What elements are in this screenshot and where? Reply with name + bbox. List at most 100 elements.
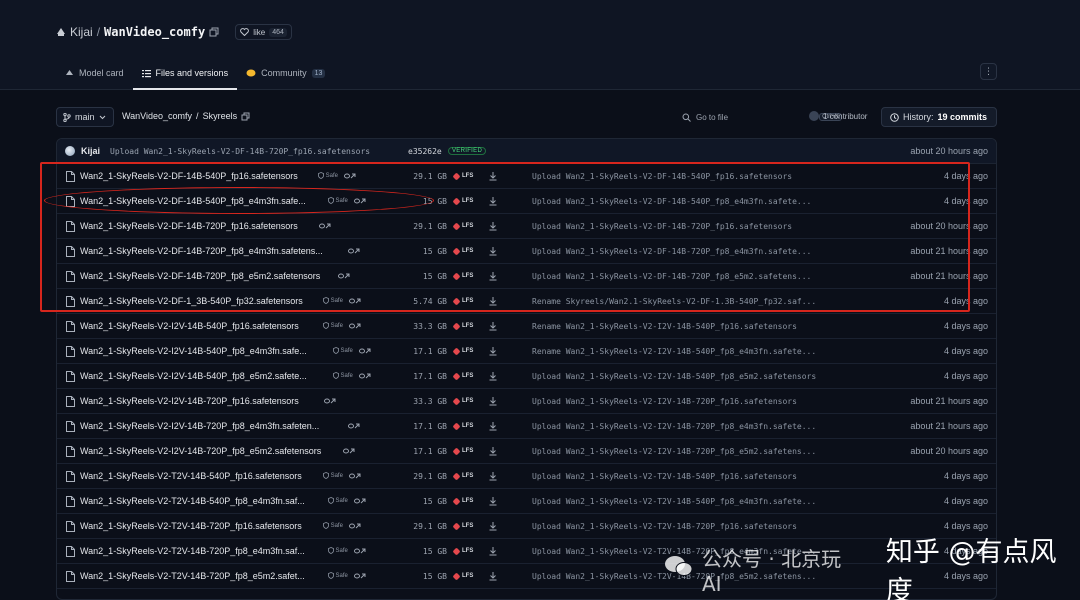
scan-info-icon[interactable] bbox=[358, 347, 371, 356]
file-row[interactable]: Wan2_1-SkyReels-V2-DF-1_3B-540P_fp32.saf… bbox=[57, 289, 996, 314]
repo-name-link[interactable]: WanVideo_comfy bbox=[104, 25, 205, 39]
file-row[interactable]: Wan2_1-SkyReels-V2-I2V-14B-540P_fp8_e5m2… bbox=[57, 364, 996, 389]
file-row[interactable]: Wan2_1-SkyReels-V2-T2V-14B-540P_fp16.saf… bbox=[57, 464, 996, 489]
scan-info-icon[interactable] bbox=[343, 447, 355, 456]
download-icon[interactable] bbox=[488, 471, 498, 481]
repo-owner-link[interactable]: Kijai bbox=[70, 25, 93, 39]
file-commit-message[interactable]: Rename Wan2_1-SkyReels-V2-I2V-14B-540P_f… bbox=[532, 322, 797, 331]
file-commit-message[interactable]: Upload Wan2_1-SkyReels-V2-DF-14B-720P_fp… bbox=[532, 272, 811, 281]
scan-info-icon[interactable] bbox=[323, 397, 336, 406]
file-commit-message[interactable]: Rename Skyreels/Wan2.1-SkyReels-V2-DF-1.… bbox=[532, 297, 816, 306]
file-commit-message[interactable]: Upload Wan2_1-SkyReels-V2-I2V-14B-720P_f… bbox=[532, 447, 816, 456]
commit-user[interactable]: Kijai bbox=[81, 146, 100, 156]
file-row[interactable]: Wan2_1-SkyReels-V2-T2V-14B-720P_fp16.saf… bbox=[57, 514, 996, 539]
scan-info-icon[interactable] bbox=[353, 497, 366, 506]
download-icon[interactable] bbox=[488, 196, 498, 206]
download-icon[interactable] bbox=[488, 296, 498, 306]
file-name-link[interactable]: Wan2_1-SkyReels-V2-I2V-14B-540P_fp16.saf… bbox=[80, 321, 299, 331]
file-name-link[interactable]: Wan2_1-SkyReels-V2-I2V-14B-540P_fp8_e4m3… bbox=[80, 346, 307, 356]
scan-info-icon[interactable] bbox=[348, 247, 360, 256]
file-row[interactable]: Wan2_1-SkyReels-V2-DF-14B-720P_fp8_e4m3f… bbox=[57, 239, 996, 264]
scan-info-icon[interactable] bbox=[353, 197, 366, 206]
download-icon[interactable] bbox=[488, 446, 498, 456]
file-name-link[interactable]: Wan2_1-SkyReels-V2-I2V-14B-720P_fp8_e4m3… bbox=[80, 421, 319, 431]
scan-info-icon[interactable] bbox=[348, 422, 360, 431]
scan-info-icon[interactable] bbox=[348, 522, 361, 531]
download-icon[interactable] bbox=[488, 346, 498, 356]
file-row[interactable]: Wan2_1-SkyReels-V2-DF-14B-720P_fp16.safe… bbox=[57, 214, 996, 239]
file-row[interactable]: Wan2_1-SkyReels-V2-T2V-14B-540P_fp8_e4m3… bbox=[57, 489, 996, 514]
download-icon[interactable] bbox=[488, 271, 498, 281]
scan-info-icon[interactable] bbox=[358, 372, 371, 381]
file-name-link[interactable]: Wan2_1-SkyReels-V2-I2V-14B-540P_fp8_e5m2… bbox=[80, 371, 307, 381]
file-commit-message[interactable]: Upload Wan2_1-SkyReels-V2-T2V-14B-720P_f… bbox=[532, 522, 797, 531]
history-button[interactable]: History: 19 commits bbox=[881, 107, 997, 127]
download-icon[interactable] bbox=[488, 421, 498, 431]
file-name-link[interactable]: Wan2_1-SkyReels-V2-DF-1_3B-540P_fp32.saf… bbox=[80, 296, 303, 306]
file-commit-message[interactable]: Upload Wan2_1-SkyReels-V2-I2V-14B-720P_f… bbox=[532, 397, 797, 406]
file-name-link[interactable]: Wan2_1-SkyReels-V2-DF-14B-720P_fp8_e4m3f… bbox=[80, 246, 323, 256]
tab-community[interactable]: Community 13 bbox=[237, 58, 334, 90]
file-row[interactable]: Wan2_1-SkyReels-V2-DF-14B-540P_fp8_e4m3f… bbox=[57, 189, 996, 214]
download-icon[interactable] bbox=[488, 371, 498, 381]
scan-info-icon[interactable] bbox=[338, 272, 350, 281]
file-row[interactable]: Wan2_1-SkyReels-V2-I2V-14B-720P_fp16.saf… bbox=[57, 389, 996, 414]
file-commit-message[interactable]: Upload Wan2_1-SkyReels-V2-DF-14B-540P_fp… bbox=[532, 197, 811, 206]
download-icon[interactable] bbox=[488, 496, 498, 506]
file-row[interactable]: Wan2_1-SkyReels-V2-DF-14B-540P_fp16.safe… bbox=[57, 164, 996, 189]
download-icon[interactable] bbox=[488, 171, 498, 181]
file-name-link[interactable]: Wan2_1-SkyReels-V2-T2V-14B-540P_fp16.saf… bbox=[80, 471, 302, 481]
file-commit-message[interactable]: Upload Wan2_1-SkyReels-V2-I2V-14B-540P_f… bbox=[532, 372, 816, 381]
scan-info-icon[interactable] bbox=[348, 297, 361, 306]
file-commit-message[interactable]: Upload Wan2_1-SkyReels-V2-T2V-14B-720P_f… bbox=[532, 547, 816, 556]
like-button[interactable]: like 464 bbox=[235, 24, 292, 40]
file-row[interactable]: Wan2_1-SkyReels-V2-I2V-14B-720P_fp8_e5m2… bbox=[57, 439, 996, 464]
scan-info-icon[interactable] bbox=[348, 322, 361, 331]
file-commit-message[interactable]: Upload Wan2_1-SkyReels-V2-T2V-14B-540P_f… bbox=[532, 472, 797, 481]
file-commit-message[interactable]: Upload Wan2_1-SkyReels-V2-T2V-14B-720P_f… bbox=[532, 572, 816, 581]
scan-info-icon[interactable] bbox=[348, 472, 361, 481]
breadcrumb-repo-link[interactable]: WanVideo_comfy bbox=[122, 111, 192, 121]
download-icon[interactable] bbox=[488, 546, 498, 556]
scan-info-icon[interactable] bbox=[353, 547, 366, 556]
scan-info-icon[interactable] bbox=[343, 172, 356, 181]
download-icon[interactable] bbox=[488, 321, 498, 331]
commit-hash[interactable]: e35262e bbox=[408, 147, 442, 156]
scan-info-icon[interactable] bbox=[353, 572, 366, 581]
contributors-link[interactable]: 1 contributor bbox=[809, 111, 867, 121]
file-row[interactable]: Wan2_1-SkyReels-V2-I2V-14B-540P_fp8_e4m3… bbox=[57, 339, 996, 364]
file-commit-message[interactable]: Upload Wan2_1-SkyReels-V2-DF-14B-540P_fp… bbox=[532, 172, 792, 181]
file-commit-message[interactable]: Upload Wan2_1-SkyReels-V2-I2V-14B-720P_f… bbox=[532, 422, 816, 431]
tab-files-and-versions[interactable]: Files and versions bbox=[132, 58, 238, 90]
file-commit-message[interactable]: Upload Wan2_1-SkyReels-V2-DF-14B-720P_fp… bbox=[532, 247, 811, 256]
branch-selector[interactable]: main bbox=[56, 107, 114, 127]
file-row[interactable]: Wan2_1-SkyReels-V2-I2V-14B-720P_fp8_e4m3… bbox=[57, 414, 996, 439]
file-commit-message[interactable]: Rename Wan2_1-SkyReels-V2-I2V-14B-540P_f… bbox=[532, 347, 816, 356]
download-icon[interactable] bbox=[488, 521, 498, 531]
download-icon[interactable] bbox=[488, 221, 498, 231]
file-row[interactable]: Wan2_1-SkyReels-V2-T2V-14B-720P_fp8_e4m3… bbox=[57, 539, 996, 564]
file-commit-message[interactable]: Upload Wan2_1-SkyReels-V2-DF-14B-720P_fp… bbox=[532, 222, 792, 231]
file-name-link[interactable]: Wan2_1-SkyReels-V2-I2V-14B-720P_fp16.saf… bbox=[80, 396, 299, 406]
file-name-link[interactable]: Wan2_1-SkyReels-V2-DF-14B-540P_fp8_e4m3f… bbox=[80, 196, 306, 206]
copy-path-icon[interactable] bbox=[241, 112, 250, 121]
file-name-link[interactable]: Wan2_1-SkyReels-V2-T2V-14B-720P_fp8_e5m2… bbox=[80, 571, 305, 581]
file-commit-message[interactable]: Upload Wan2_1-SkyReels-V2-T2V-14B-540P_f… bbox=[532, 497, 816, 506]
commit-message[interactable]: Upload Wan2_1-SkyReels-V2-DF-14B-720P_fp… bbox=[110, 147, 370, 156]
tab-model-card[interactable]: Model card bbox=[56, 58, 133, 90]
file-row[interactable]: Wan2_1-SkyReels-V2-T2V-14B-720P_fp8_e5m2… bbox=[57, 564, 996, 589]
scan-info-icon[interactable] bbox=[318, 222, 331, 231]
download-icon[interactable] bbox=[488, 246, 498, 256]
file-row[interactable]: Wan2_1-SkyReels-V2-I2V-14B-540P_fp16.saf… bbox=[57, 314, 996, 339]
file-row[interactable]: Wan2_1-SkyReels-V2-DF-14B-720P_fp8_e5m2.… bbox=[57, 264, 996, 289]
download-icon[interactable] bbox=[488, 396, 498, 406]
file-name-link[interactable]: Wan2_1-SkyReels-V2-DF-14B-720P_fp16.safe… bbox=[80, 221, 298, 231]
file-name-link[interactable]: Wan2_1-SkyReels-V2-I2V-14B-720P_fp8_e5m2… bbox=[80, 446, 321, 456]
file-name-link[interactable]: Wan2_1-SkyReels-V2-T2V-14B-720P_fp16.saf… bbox=[80, 521, 302, 531]
file-name-link[interactable]: Wan2_1-SkyReels-V2-T2V-14B-720P_fp8_e4m3… bbox=[80, 546, 305, 556]
copy-icon[interactable] bbox=[209, 27, 219, 37]
file-name-link[interactable]: Wan2_1-SkyReels-V2-DF-14B-720P_fp8_e5m2.… bbox=[80, 271, 320, 281]
file-name-link[interactable]: Wan2_1-SkyReels-V2-T2V-14B-540P_fp8_e4m3… bbox=[80, 496, 305, 506]
more-options-icon[interactable]: ⋮ bbox=[980, 63, 997, 80]
download-icon[interactable] bbox=[488, 571, 498, 581]
